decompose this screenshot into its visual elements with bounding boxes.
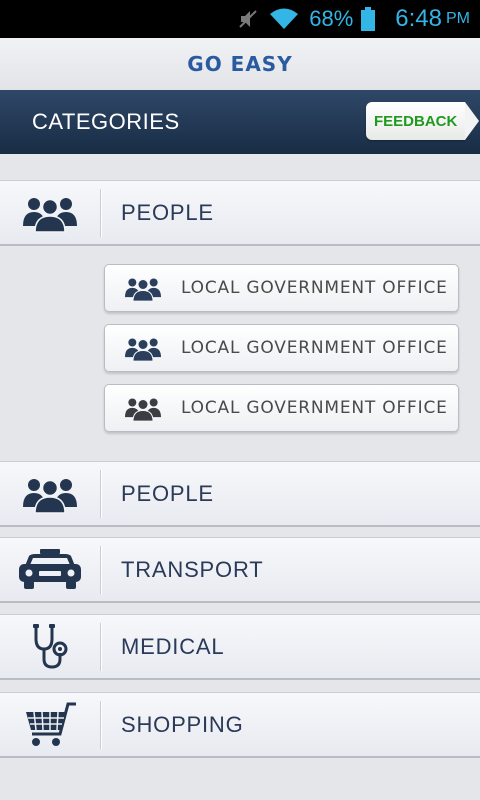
category-people-expanded[interactable]: PEOPLE xyxy=(0,180,480,246)
app-title: GO EASY xyxy=(187,52,293,76)
battery-percent: 68% xyxy=(309,6,354,31)
people-icon xyxy=(0,462,100,525)
people-icon xyxy=(105,275,181,302)
feedback-arrow xyxy=(465,102,480,140)
taxi-icon xyxy=(0,538,100,601)
sub-item-local-government-office[interactable]: LOCAL GOVERNMENT OFFICE xyxy=(104,384,459,432)
shopping-cart-icon xyxy=(0,693,100,756)
category-transport[interactable]: TRANSPORT xyxy=(0,537,480,603)
sub-item-local-government-office[interactable]: LOCAL GOVERNMENT OFFICE xyxy=(104,264,459,312)
categories-header: CATEGORIES FEEDBACK xyxy=(0,90,480,154)
clock-ampm: PM xyxy=(446,10,470,27)
category-label: TRANSPORT xyxy=(121,556,264,582)
category-shopping[interactable]: SHOPPING xyxy=(0,692,480,758)
category-label: MEDICAL xyxy=(121,633,225,659)
people-icon xyxy=(105,335,181,362)
brand-bar: GO EASY xyxy=(0,38,480,90)
mute-icon xyxy=(237,8,259,30)
category-label: SHOPPING xyxy=(121,711,244,737)
category-label: PEOPLE xyxy=(121,199,214,225)
sub-item-local-government-office[interactable]: LOCAL GOVERNMENT OFFICE xyxy=(104,324,459,372)
people-icon xyxy=(0,181,100,244)
category-people[interactable]: PEOPLE xyxy=(0,461,480,527)
stethoscope-icon xyxy=(0,615,100,678)
sub-item-label: LOCAL GOVERNMENT OFFICE xyxy=(181,338,448,358)
feedback-label: FEEDBACK xyxy=(366,102,466,140)
battery-icon xyxy=(361,7,376,31)
category-medical[interactable]: MEDICAL xyxy=(0,614,480,680)
category-label: PEOPLE xyxy=(121,480,214,506)
wifi-icon xyxy=(269,7,299,31)
status-bar: 68% 6:48 PM xyxy=(0,0,480,38)
people-icon xyxy=(105,395,181,422)
sub-item-label: LOCAL GOVERNMENT OFFICE xyxy=(181,278,448,298)
clock: 6:48 xyxy=(395,5,442,32)
page-title: CATEGORIES xyxy=(32,109,180,134)
feedback-button[interactable]: FEEDBACK xyxy=(366,102,480,140)
sub-item-label: LOCAL GOVERNMENT OFFICE xyxy=(181,398,448,418)
